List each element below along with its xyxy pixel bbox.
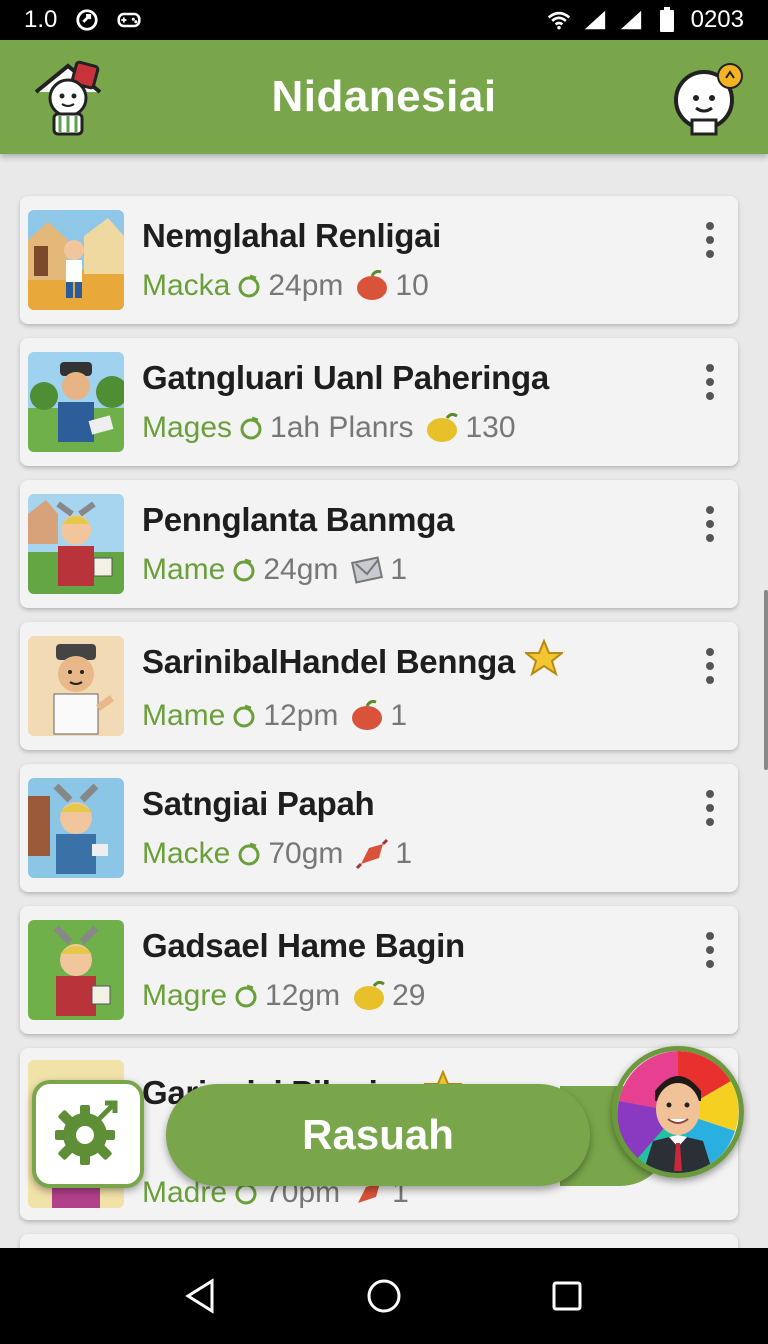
item-meta: Macka 24pm 10 (142, 269, 738, 303)
item-thumbnail (28, 210, 124, 310)
item-time: 70gm (268, 837, 344, 870)
candy-icon (355, 838, 389, 870)
item-text: Satngiai Papah Macke 70gm 1 (142, 785, 738, 871)
item-time: 24gm (263, 553, 339, 586)
item-author: Mame (142, 699, 226, 732)
item-author: Macka (142, 269, 231, 302)
item-title-text: Pennglanta Banmga (142, 501, 455, 538)
settings-button[interactable] (32, 1080, 144, 1188)
apple-icon (350, 700, 384, 732)
item-title-text: Gatngluari Uanl Paheringa (142, 359, 549, 396)
wifi-icon (547, 8, 571, 32)
status-right: 0203 (547, 6, 744, 34)
list-item[interactable] (20, 1234, 738, 1248)
item-meta: Mages 1ah Planrs 130 (142, 411, 738, 445)
more-options-icon[interactable] (700, 646, 720, 686)
lemon-icon (425, 412, 459, 444)
item-count: 1 (390, 699, 408, 732)
signal-icon (583, 8, 607, 32)
item-count: 130 (465, 411, 516, 444)
item-thumbnail (28, 636, 124, 736)
more-options-icon[interactable] (700, 504, 720, 544)
item-time: 12gm (265, 979, 341, 1012)
refresh-icon (238, 415, 264, 441)
item-text: Nemglahal Renligai Macka 24pm 10 (142, 217, 738, 303)
back-icon[interactable] (181, 1276, 221, 1316)
more-options-icon[interactable] (700, 788, 720, 828)
list-item[interactable]: Pennglanta Banmga Mame 24gm 1 (20, 480, 738, 608)
gamepad-icon (117, 8, 141, 32)
list-item[interactable]: SarinibalHandel Bennga Mame 12pm 1 (20, 622, 738, 750)
home-icon[interactable] (364, 1276, 404, 1316)
item-time: 24pm (268, 269, 344, 302)
more-options-icon[interactable] (700, 220, 720, 260)
item-count: 1 (395, 837, 413, 870)
item-title-text: SarinibalHandel Bennga (142, 643, 515, 680)
apple-icon (355, 270, 389, 302)
item-title: Gatngluari Uanl Paheringa (142, 359, 738, 397)
list-item[interactable]: Gadsael Hame Bagin Magre 12gm 29 (20, 906, 738, 1034)
more-options-icon[interactable] (700, 930, 720, 970)
app-bar: Nidanesiai (0, 40, 768, 154)
avatar[interactable] (612, 1046, 744, 1178)
bot-mascot-icon[interactable] (670, 62, 746, 138)
item-count: 10 (395, 269, 429, 302)
item-title: Satngiai Papah (142, 785, 738, 823)
sync-icon (75, 8, 99, 32)
battery-icon (655, 7, 679, 32)
item-time: 12pm (263, 699, 339, 732)
status-left: 1.0 (24, 6, 141, 34)
scrollbar[interactable] (764, 590, 768, 770)
status-left-text: 1.0 (24, 6, 58, 33)
status-time: 0203 (690, 6, 744, 33)
item-title: Pennglanta Banmga (142, 501, 738, 539)
item-author: Macke (142, 837, 231, 870)
refresh-icon (231, 703, 257, 729)
item-text: Pennglanta Banmga Mame 24gm 1 (142, 501, 738, 587)
signal-icon (619, 8, 643, 32)
item-thumbnail (28, 920, 124, 1020)
item-text: Gadsael Hame Bagin Magre 12gm 29 (142, 927, 738, 1013)
list-item[interactable]: Nemglahal Renligai Macka 24pm 10 (20, 196, 738, 324)
item-meta: Macke 70gm 1 (142, 837, 738, 871)
list-item[interactable]: Satngiai Papah Macke 70gm 1 (20, 764, 738, 892)
item-title: Nemglahal Renligai (142, 217, 738, 255)
refresh-icon (231, 557, 257, 583)
list-item[interactable]: Gatngluari Uanl Paheringa Mages 1ah Plan… (20, 338, 738, 466)
lemon-icon (352, 980, 386, 1012)
item-title-text: Nemglahal Renligai (142, 217, 442, 254)
home-mascot-icon[interactable] (30, 58, 106, 136)
system-nav-bar (0, 1248, 768, 1344)
item-title-text: Gadsael Hame Bagin (142, 927, 465, 964)
refresh-icon (236, 841, 262, 867)
gear-icon (53, 1097, 123, 1172)
item-count: 29 (392, 979, 426, 1012)
star-badge-icon (523, 638, 565, 685)
item-time: 1ah Planrs (270, 411, 414, 444)
item-meta: Magre 12gm 29 (142, 979, 738, 1013)
item-meta: Mame 24gm 1 (142, 553, 738, 587)
item-thumbnail (28, 494, 124, 594)
item-title: Gadsael Hame Bagin (142, 927, 738, 965)
primary-action-button[interactable]: Rasuah (166, 1084, 590, 1186)
item-author: Magre (142, 979, 228, 1012)
status-bar: 1.0 0203 (0, 0, 768, 40)
item-text: Gatngluari Uanl Paheringa Mages 1ah Plan… (142, 359, 738, 445)
item-author: Mages (142, 411, 233, 444)
envelope-icon (350, 554, 384, 586)
page-title: Nidanesiai (271, 72, 497, 121)
item-title-text: Satngiai Papah (142, 785, 375, 822)
recents-icon[interactable] (547, 1276, 587, 1316)
refresh-icon (233, 983, 259, 1009)
item-text: SarinibalHandel Bennga Mame 12pm 1 (142, 638, 738, 733)
item-meta: Mame 12pm 1 (142, 699, 738, 733)
item-thumbnail (28, 352, 124, 452)
item-title: SarinibalHandel Bennga (142, 638, 738, 685)
item-thumbnail (28, 778, 124, 878)
more-options-icon[interactable] (700, 362, 720, 402)
item-count: 1 (390, 553, 408, 586)
primary-action-label: Rasuah (302, 1111, 454, 1158)
refresh-icon (236, 273, 262, 299)
item-author: Mame (142, 553, 226, 586)
